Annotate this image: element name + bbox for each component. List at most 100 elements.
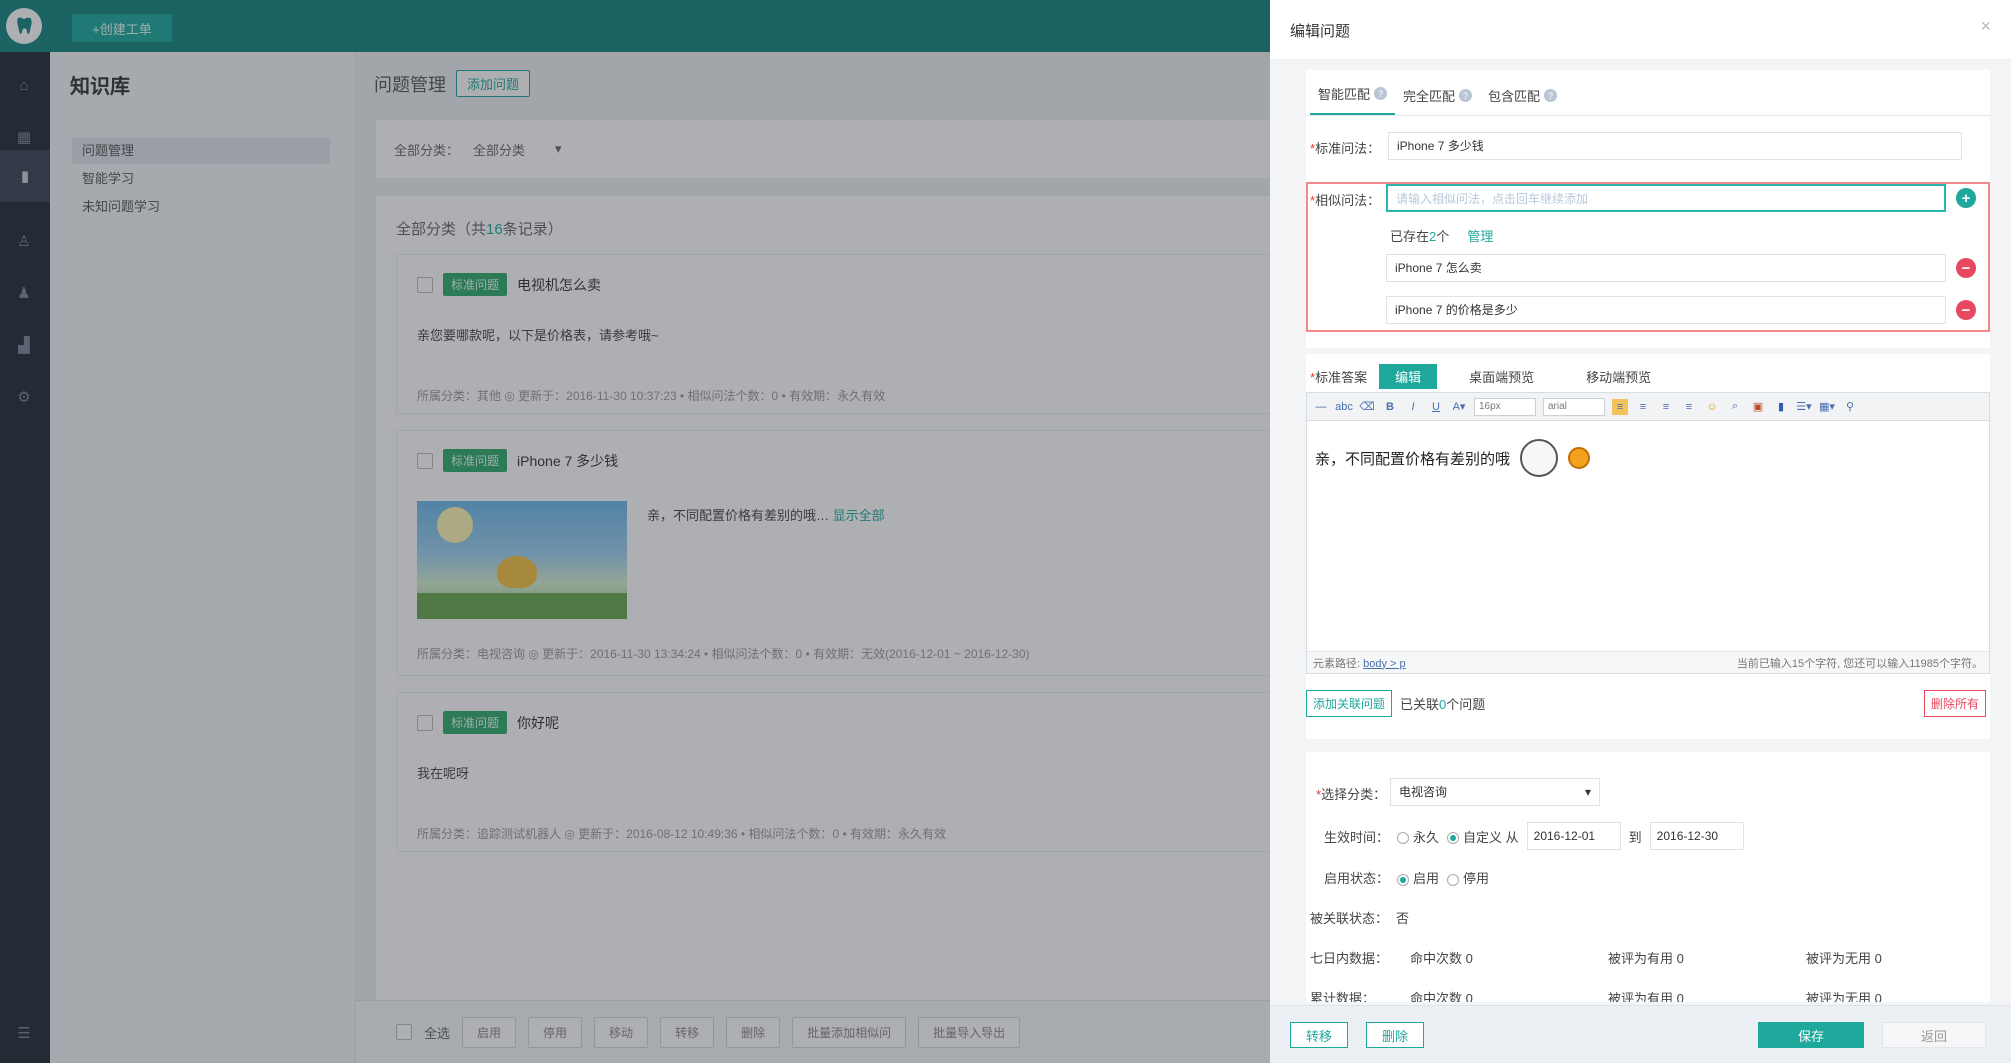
image-icon[interactable]: ▣	[1750, 399, 1766, 415]
file-icon[interactable]: ▮	[1773, 399, 1789, 415]
underline-icon[interactable]: U	[1428, 399, 1444, 415]
radio-permanent[interactable]: 永久	[1397, 827, 1439, 846]
path-link[interactable]: body > p	[1363, 658, 1406, 670]
align-right-icon[interactable]: ≡	[1658, 399, 1674, 415]
related-prefix: 已关联	[1400, 697, 1440, 712]
save-button[interactable]: 保存	[1758, 1022, 1864, 1048]
tab-label: 完全匹配	[1403, 89, 1456, 104]
path-label: 元素路径:	[1313, 657, 1361, 670]
back-button[interactable]: 返回	[1882, 1022, 1986, 1048]
horizontal-rule-icon[interactable]: —	[1313, 399, 1329, 415]
linked-label: 被关联状态：	[1310, 911, 1389, 926]
similar-item-input[interactable]: iPhone 7 的价格是多少	[1386, 296, 1946, 324]
edit-question-drawer: 编辑问题 × 智能匹配? 完全匹配? 包含匹配? *标准问法： iPhone 7…	[1270, 0, 2011, 1063]
help-icon[interactable]: ?	[1374, 87, 1388, 100]
tab-edit[interactable]: 编辑	[1379, 364, 1438, 389]
move-question-button[interactable]: 转移	[1290, 1022, 1348, 1048]
remove-similar-icon[interactable]: −	[1956, 300, 1976, 320]
custom-label: 自定义 从	[1463, 829, 1519, 845]
close-icon[interactable]: ×	[1980, 16, 1991, 37]
standard-question-label: *标准问法：	[1310, 141, 1381, 156]
related-suffix: 个问题	[1446, 697, 1486, 712]
exists-count: 已存在2个 管理	[1390, 226, 1493, 245]
tab-contains-match[interactable]: 包含匹配?	[1480, 86, 1565, 115]
tab-exact-match[interactable]: 完全匹配?	[1395, 86, 1480, 115]
face-emoji-icon	[1520, 439, 1559, 477]
similar-item-input[interactable]: iPhone 7 怎么卖	[1386, 254, 1946, 282]
modal-backdrop[interactable]	[0, 0, 1270, 1063]
tab-mobile-preview[interactable]: 移动端预览	[1566, 364, 1671, 389]
effective-label: 生效时间：	[1324, 829, 1390, 845]
category-select[interactable]: 电视咨询 ▾	[1390, 778, 1600, 806]
similar-question-label: *相似问法：	[1310, 193, 1381, 208]
date-from-input[interactable]: 2016-12-01	[1526, 822, 1621, 850]
list-icon[interactable]: ☰▾	[1796, 399, 1812, 415]
editor-content[interactable]: 亲，不同配置价格有差别的哦	[1315, 439, 1591, 477]
stat-hits: 命中次数 0	[1410, 951, 1473, 966]
linked-status-row: 被关联状态： 否	[1310, 908, 1409, 927]
search-icon[interactable]: ⌕	[1727, 399, 1743, 415]
editor-status-bar: 元素路径: body > p 当前已输入15个字符, 您还可以输入11985个字…	[1307, 651, 1989, 673]
radio-enable[interactable]: 启用	[1397, 868, 1439, 887]
radio-disable[interactable]: 停用	[1447, 868, 1489, 887]
permanent-label: 永久	[1413, 829, 1440, 845]
drawer-header: 编辑问题 ×	[1270, 0, 2011, 60]
font-family-select[interactable]: arial	[1543, 397, 1605, 416]
emoji-icon[interactable]: ☺	[1704, 399, 1720, 415]
remove-similar-icon[interactable]: −	[1956, 258, 1976, 278]
drawer-title: 编辑问题	[1290, 23, 1351, 40]
delete-question-button[interactable]: 删除	[1366, 1022, 1424, 1048]
standard-label-text: 标准问法：	[1315, 141, 1381, 156]
related-count: 已关联0个问题	[1400, 694, 1485, 713]
date-to-input[interactable]: 2016-12-30	[1649, 822, 1744, 850]
stat-hits-total: 命中次数 0	[1410, 991, 1473, 1002]
date-to-label: 到	[1628, 829, 1642, 845]
help-icon[interactable]: ?	[1459, 89, 1473, 102]
stat-useless: 被评为无用 0	[1806, 951, 1882, 966]
answer-label: *标准答案	[1310, 370, 1368, 385]
table-icon[interactable]: ▦▾	[1819, 399, 1835, 415]
tab-desktop-preview[interactable]: 桌面端预览	[1449, 364, 1554, 389]
linked-value: 否	[1396, 911, 1410, 926]
help-icon[interactable]: ?	[1544, 89, 1558, 102]
similar-question-input[interactable]: 请输入相似问法，点击回车继续添加	[1386, 184, 1946, 212]
editor-text: 亲，不同配置价格有差别的哦	[1315, 450, 1511, 468]
radio-custom[interactable]: 自定义 从	[1447, 827, 1519, 846]
align-justify-icon[interactable]: ≡	[1681, 399, 1697, 415]
orange-emoji-icon	[1568, 447, 1591, 469]
eraser-icon[interactable]: ⌫	[1359, 399, 1375, 415]
tab-label: 智能匹配	[1318, 87, 1371, 102]
link-icon[interactable]: ⚲	[1842, 399, 1858, 415]
stat-useless-total: 被评为无用 0	[1806, 991, 1882, 1002]
question-section: 智能匹配? 完全匹配? 包含匹配? *标准问法： iPhone 7 多少钱 *相…	[1306, 70, 1990, 348]
category-label-text: 选择分类：	[1321, 787, 1387, 802]
bold-icon[interactable]: B	[1382, 399, 1398, 415]
align-left-icon[interactable]: ≡	[1612, 398, 1628, 415]
stats-label-total: 累计数据：	[1310, 991, 1376, 1002]
delete-all-button[interactable]: 删除所有	[1923, 690, 1986, 717]
enable-status-row: 启用状态： 启用 停用	[1324, 868, 1489, 887]
rich-text-editor: — abc ⌫ B I U A▾ 16px arial ≡ ≡ ≡ ≡ ☺ ⌕ …	[1306, 392, 1990, 674]
add-related-button[interactable]: 添加关联问题	[1306, 690, 1393, 717]
exists-prefix: 已存在	[1390, 229, 1430, 244]
editor-toolbar: — abc ⌫ B I U A▾ 16px arial ≡ ≡ ≡ ≡ ☺ ⌕ …	[1307, 393, 1989, 421]
font-size-select[interactable]: 16px	[1474, 397, 1536, 416]
stats-label: 七日内数据：	[1310, 951, 1389, 966]
add-similar-icon[interactable]: +	[1956, 188, 1976, 208]
align-center-icon[interactable]: ≡	[1635, 399, 1651, 415]
editor-tabs: *标准答案 编辑 桌面端预览 移动端预览	[1310, 364, 1671, 389]
italic-icon[interactable]: I	[1405, 399, 1421, 415]
font-color-icon[interactable]: A▾	[1451, 399, 1467, 415]
drawer-footer: 转移 删除 保存 返回	[1270, 1005, 2011, 1063]
strikethrough-icon[interactable]: abc	[1335, 399, 1353, 415]
manage-link[interactable]: 管理	[1467, 229, 1493, 244]
element-path: 元素路径: body > p	[1313, 655, 1406, 671]
category-value: 电视咨询	[1399, 785, 1448, 799]
exists-suffix: 个	[1436, 229, 1450, 244]
stat-useful-total: 被评为有用 0	[1608, 991, 1684, 1002]
standard-question-input[interactable]: iPhone 7 多少钱	[1388, 132, 1962, 160]
answer-section: *标准答案 编辑 桌面端预览 移动端预览 — abc ⌫ B I U A▾ 16…	[1306, 354, 1990, 739]
char-count: 当前已输入15个字符, 您还可以输入11985个字符。	[1736, 657, 1983, 670]
tab-smart-match[interactable]: 智能匹配?	[1310, 84, 1396, 115]
related-row: 添加关联问题 已关联0个问题 删除所有	[1306, 690, 1990, 717]
